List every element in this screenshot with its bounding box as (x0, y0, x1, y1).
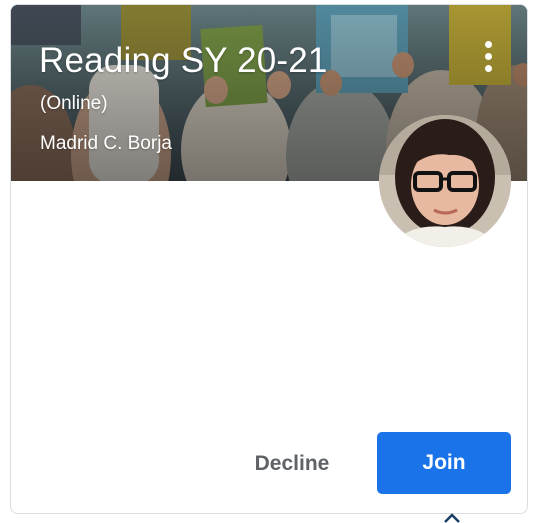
class-invitation-card: Reading SY 20-21 (Online) Madrid C. Borj… (10, 4, 528, 514)
teacher-avatar (379, 115, 511, 247)
caret-up-icon (444, 513, 460, 523)
class-title[interactable]: Reading SY 20-21 (39, 41, 328, 81)
more-vert-icon[interactable] (477, 39, 501, 75)
decline-button[interactable]: Decline (233, 435, 351, 493)
class-section: (Online) (40, 93, 108, 114)
teacher-name: Madrid C. Borja (40, 133, 172, 154)
join-button[interactable]: Join (377, 432, 511, 494)
